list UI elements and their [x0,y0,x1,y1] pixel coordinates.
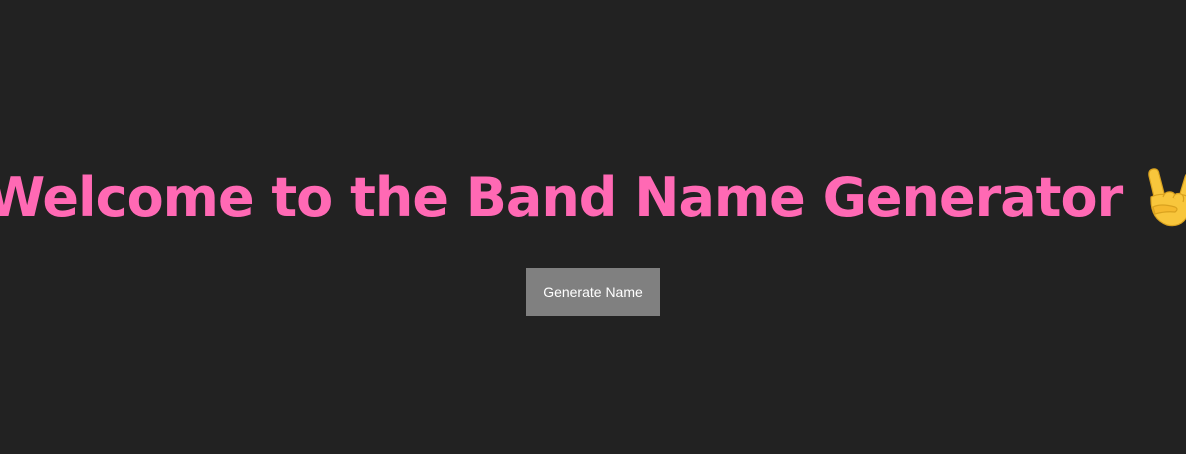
generate-name-button[interactable]: Generate Name [526,268,660,316]
page-title: Welcome to the Band Name Generator [0,166,1123,229]
app-container: Welcome to the Band Name Generator Gener… [0,0,1186,454]
title-row: Welcome to the Band Name Generator [0,162,1186,234]
rock-on-hand-icon [1140,166,1186,230]
